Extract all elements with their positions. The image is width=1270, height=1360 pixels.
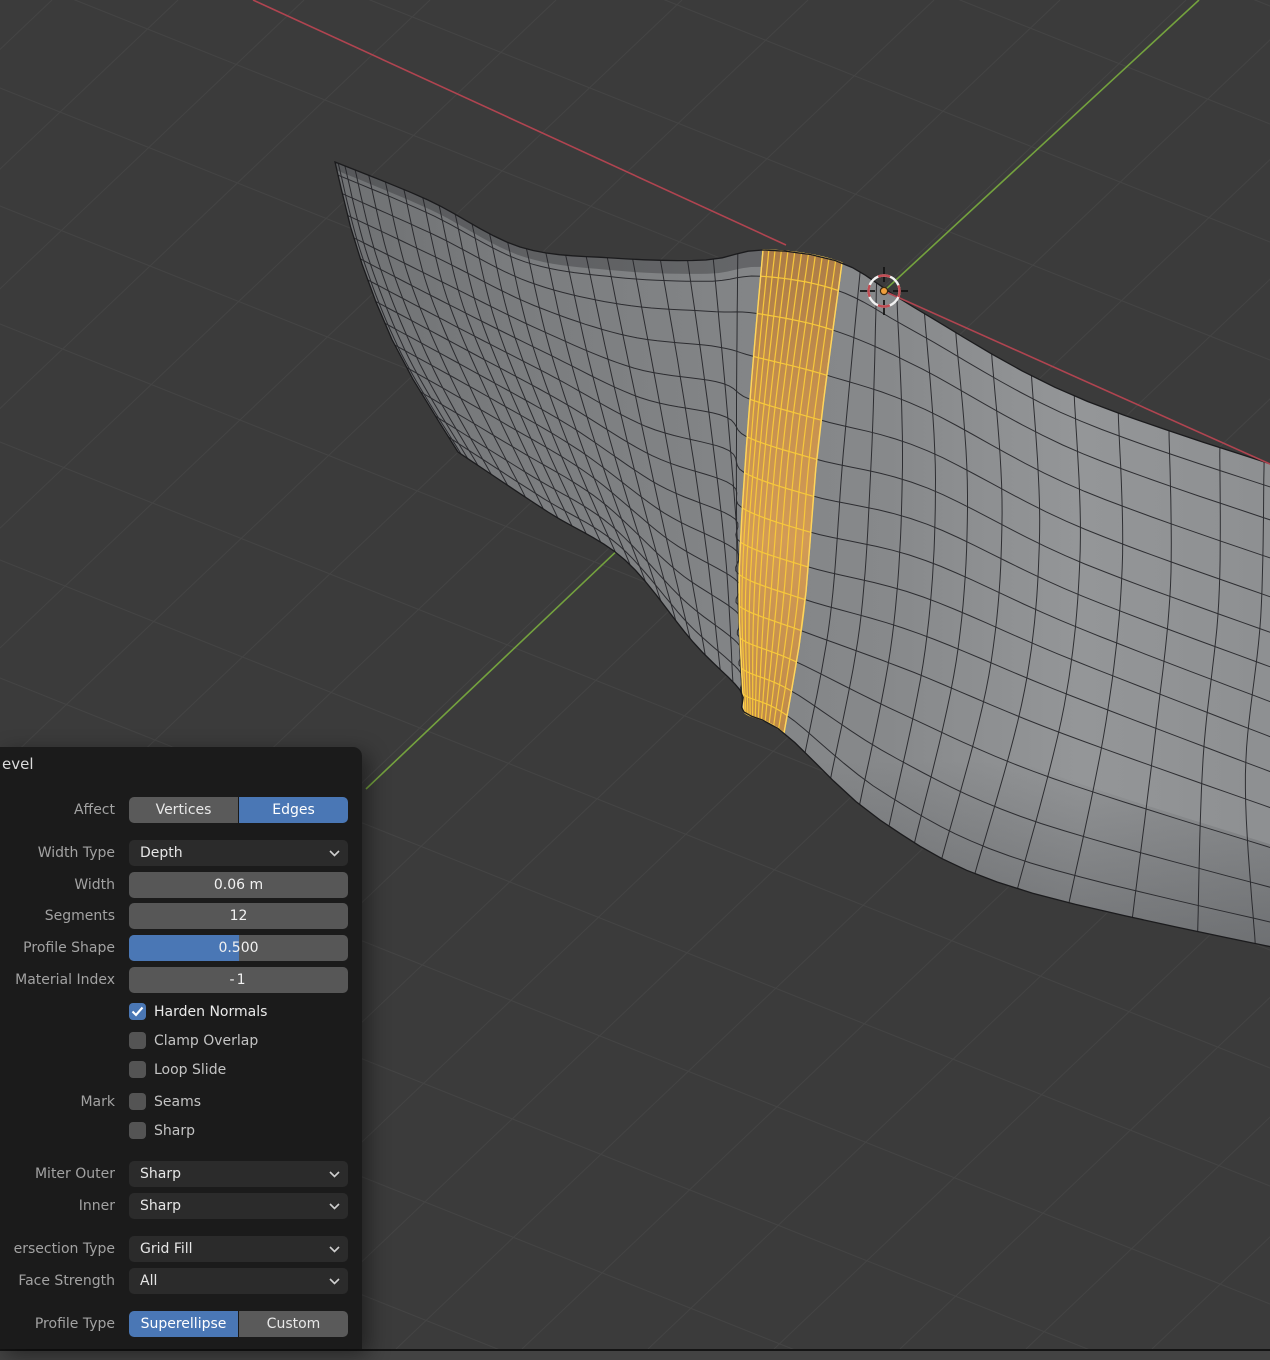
profile-type-label: Profile Type: [0, 1311, 115, 1337]
chevron-down-icon: [329, 850, 340, 857]
sharp-label: Sharp: [154, 1118, 195, 1144]
row-intersection-type: ersection Type Grid Fill: [0, 1236, 348, 1262]
chevron-down-icon: [329, 1203, 340, 1210]
miter-outer-dropdown[interactable]: Sharp: [129, 1161, 348, 1187]
width-label: Width: [0, 872, 115, 898]
miter-inner-dropdown[interactable]: Sharp: [129, 1193, 348, 1219]
width-field[interactable]: 0.06 m: [129, 872, 348, 898]
face-strength-label: Face Strength: [0, 1268, 115, 1294]
material-index-field[interactable]: -1: [129, 967, 348, 993]
row-miter-inner: Inner Sharp: [0, 1193, 348, 1219]
sharp-checkbox[interactable]: [129, 1122, 146, 1139]
profile-custom-button[interactable]: Custom: [239, 1311, 348, 1337]
row-material-index: Material Index -1: [0, 967, 348, 993]
profile-superellipse-button[interactable]: Superellipse: [129, 1311, 238, 1337]
clamp-overlap-checkbox[interactable]: [129, 1032, 146, 1049]
row-width-type: Width Type Depth: [0, 840, 348, 866]
clamp-overlap-label: Clamp Overlap: [154, 1028, 258, 1054]
profile-shape-label: Profile Shape: [0, 935, 115, 961]
material-index-label: Material Index: [0, 967, 115, 993]
harden-normals-checkbox[interactable]: [129, 1003, 146, 1020]
operator-panel-bevel: evel Affect Vertices Edges Width Type De…: [0, 747, 362, 1349]
profile-shape-slider[interactable]: 0.500: [129, 935, 348, 961]
row-profile-shape: Profile Shape 0.500: [0, 935, 348, 961]
loop-slide-label: Loop Slide: [154, 1057, 226, 1083]
miter-outer-value: Sharp: [140, 1166, 181, 1182]
blender-window: evel Affect Vertices Edges Width Type De…: [0, 0, 1270, 1360]
row-face-strength: Face Strength All: [0, 1268, 348, 1294]
harden-normals-label: Harden Normals: [154, 999, 267, 1025]
row-harden-normals: Harden Normals: [0, 999, 348, 1025]
seams-label: Seams: [154, 1089, 201, 1115]
face-strength-dropdown[interactable]: All: [129, 1268, 348, 1294]
miter-inner-value: Sharp: [140, 1198, 181, 1214]
row-clamp-overlap: Clamp Overlap: [0, 1028, 348, 1054]
checkmark-icon: [131, 1006, 144, 1017]
segments-label: Segments: [0, 903, 115, 929]
seams-checkbox[interactable]: [129, 1093, 146, 1110]
width-type-label: Width Type: [0, 840, 115, 866]
profile-shape-value: 0.500: [129, 935, 348, 961]
panel-title: evel: [2, 755, 34, 773]
row-affect: Affect Vertices Edges: [0, 797, 348, 823]
chevron-down-icon: [329, 1278, 340, 1285]
chevron-down-icon: [329, 1171, 340, 1178]
miter-inner-label: Inner: [0, 1193, 115, 1219]
chevron-down-icon: [329, 1246, 340, 1253]
affect-label: Affect: [0, 797, 115, 823]
status-bar-strip: [0, 1349, 1270, 1360]
intersection-type-label: ersection Type: [0, 1236, 115, 1262]
loop-slide-checkbox[interactable]: [129, 1061, 146, 1078]
row-profile-type: Profile Type Superellipse Custom: [0, 1311, 348, 1337]
intersection-type-value: Grid Fill: [140, 1241, 193, 1257]
segments-field[interactable]: 12: [129, 903, 348, 929]
face-strength-value: All: [140, 1273, 157, 1289]
row-mark-sharp: Sharp: [0, 1118, 348, 1144]
miter-outer-label: Miter Outer: [0, 1161, 115, 1187]
mark-label: Mark: [0, 1089, 115, 1115]
width-type-value: Depth: [140, 845, 183, 861]
row-segments: Segments 12: [0, 903, 348, 929]
affect-vertices-button[interactable]: Vertices: [129, 797, 238, 823]
row-mark-seams: Mark Seams: [0, 1089, 348, 1115]
row-loop-slide: Loop Slide: [0, 1057, 348, 1083]
intersection-type-dropdown[interactable]: Grid Fill: [129, 1236, 348, 1262]
row-width: Width 0.06 m: [0, 872, 348, 898]
affect-edges-button[interactable]: Edges: [239, 797, 348, 823]
width-type-dropdown[interactable]: Depth: [129, 840, 348, 866]
row-miter-outer: Miter Outer Sharp: [0, 1161, 348, 1187]
